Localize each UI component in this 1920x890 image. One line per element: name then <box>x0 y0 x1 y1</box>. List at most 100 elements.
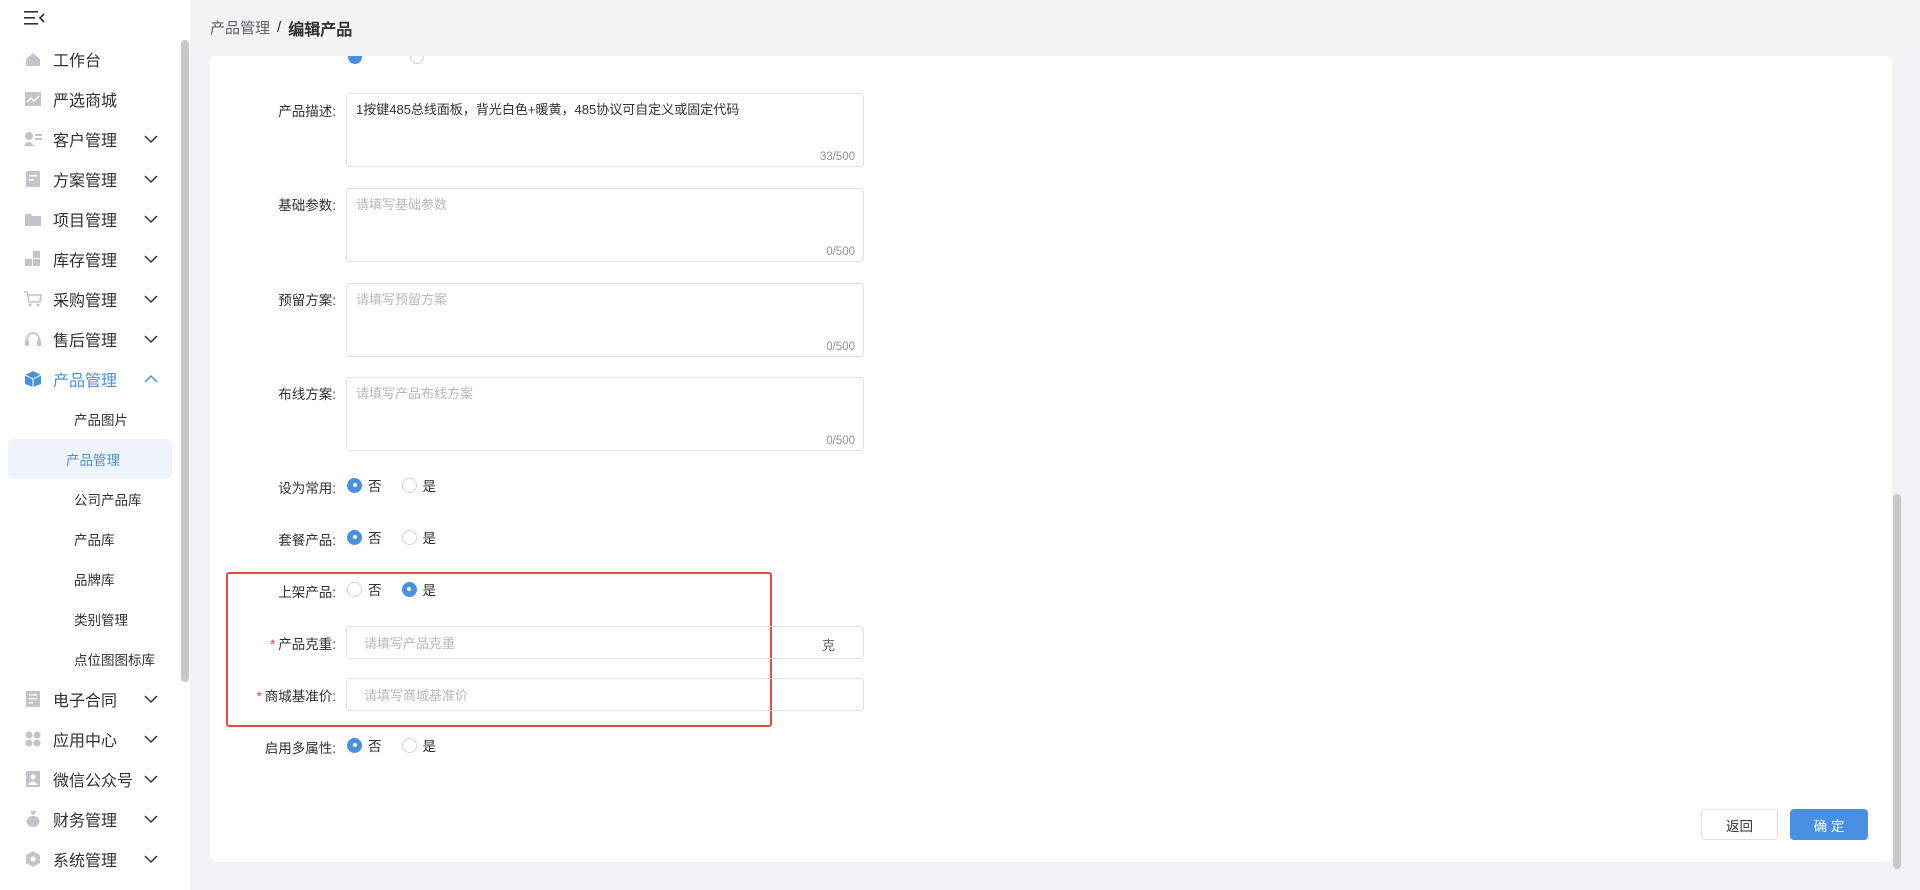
breadcrumb-current: 编辑产品 <box>288 21 353 39</box>
sidebar-item-finance[interactable]: 财务管理 <box>0 799 180 839</box>
sidebar-item-label: 方案管理 <box>53 173 118 190</box>
basic-params-textarea[interactable]: 请填写基础参数 0/500 <box>346 188 864 262</box>
chevron-down-icon <box>144 852 158 866</box>
listed-product-yes-radio[interactable]: 是 <box>401 579 436 599</box>
breadcrumb: 产品管理 / 编辑产品 <box>210 16 352 40</box>
inventory-icon <box>24 250 42 268</box>
weight-input[interactable]: 请填写产品克重 克 <box>346 626 864 659</box>
listed-product-radio-group: 否 是 <box>347 579 456 599</box>
sidebar-subitem-company-library[interactable]: 公司产品库 <box>8 479 172 519</box>
sidebar-item-label: 项目管理 <box>53 213 118 230</box>
reserved-plan-label: 预留方案: <box>278 293 336 308</box>
settings-icon <box>24 850 42 868</box>
set-common-radio-group: 否 是 <box>347 475 456 495</box>
required-mark: * <box>269 637 276 652</box>
sidebar-item-wechat[interactable]: 微信公众号 <box>0 759 180 799</box>
sidebar-subitem-point-icons[interactable]: 点位图图标库 <box>8 639 172 679</box>
breadcrumb-parent[interactable]: 产品管理 <box>210 17 270 38</box>
basic-params-label: 基础参数: <box>278 198 336 213</box>
sidebar-scrollbar[interactable] <box>181 40 189 682</box>
description-textarea[interactable]: 1按键485总线面板，背光白色+暖黄，485协议可自定义或固定代码 33/500 <box>346 93 864 167</box>
weight-placeholder: 请填写产品克重 <box>364 636 456 651</box>
wiring-plan-textarea[interactable]: 请填写产品布线方案 0/500 <box>346 377 864 451</box>
contract-icon <box>24 690 42 708</box>
set-common-label: 设为常用: <box>278 481 336 496</box>
reserved-plan-textarea[interactable]: 请填写预留方案 0/500 <box>346 283 864 357</box>
chevron-down-icon <box>144 732 158 746</box>
sidebar-item-solution[interactable]: 方案管理 <box>0 159 180 199</box>
sidebar-item-apps[interactable]: 应用中心 <box>0 719 180 759</box>
content-scrollbar[interactable] <box>1893 494 1901 869</box>
sidebar-subitem-product-management[interactable]: 产品管理 <box>8 439 172 479</box>
form-card: 产品描述: 1按键485总线面板，背光白色+暖黄，485协议可自定义或固定代码 … <box>210 56 1892 862</box>
sidebar-subitem-product-images[interactable]: 产品图片 <box>8 399 172 439</box>
sidebar-item-aftersales[interactable]: 售后管理 <box>0 319 180 359</box>
sidebar-item-label: 工作台 <box>53 53 102 70</box>
home-icon <box>24 50 42 68</box>
required-mark: * <box>256 689 262 704</box>
chevron-down-icon <box>144 772 158 786</box>
cart-icon <box>24 290 42 308</box>
base-price-label: * 商城基准价: <box>256 689 336 704</box>
wiring-plan-count: 0/500 <box>826 435 855 447</box>
chevron-down-icon <box>144 332 158 346</box>
header: 产品管理 / 编辑产品 <box>190 0 1920 55</box>
sidebar-item-inventory[interactable]: 库存管理 <box>0 239 180 279</box>
wiring-plan-placeholder: 请填写产品布线方案 <box>356 386 474 401</box>
sidebar-item-label: 电子合同 <box>53 693 118 710</box>
sidebar-item-customer[interactable]: 客户管理 <box>0 119 180 159</box>
reserved-plan-placeholder: 请填写预留方案 <box>356 292 448 307</box>
basic-params-placeholder: 请填写基础参数 <box>356 197 448 212</box>
confirm-button[interactable]: 确 定 <box>1790 809 1868 840</box>
sidebar-item-workbench[interactable]: 工作台 <box>0 39 180 79</box>
chevron-down-icon <box>144 172 158 186</box>
back-button[interactable]: 返回 <box>1701 809 1778 840</box>
description-label: 产品描述: <box>278 104 336 119</box>
reserved-plan-count: 0/500 <box>826 341 855 353</box>
sidebar-item-label: 售后管理 <box>53 333 118 350</box>
wiring-plan-label: 布线方案: <box>278 387 336 402</box>
chevron-down-icon <box>144 692 158 706</box>
sidebar-subitem-category[interactable]: 类别管理 <box>8 599 172 639</box>
clipped-form-row <box>210 56 810 64</box>
sidebar-item-label: 客户管理 <box>53 133 118 150</box>
sidebar-item-label: 系统管理 <box>53 853 118 870</box>
listed-product-label: 上架产品: <box>278 585 336 600</box>
customer-icon <box>24 130 42 148</box>
multi-attr-yes-radio[interactable]: 是 <box>401 735 436 755</box>
sidebar-subitem-brand-library[interactable]: 品牌库 <box>8 559 172 599</box>
collapse-menu-icon[interactable] <box>24 10 46 26</box>
weight-unit: 克 <box>821 638 835 653</box>
sidebar-item-label: 采购管理 <box>53 293 118 310</box>
set-common-no-radio[interactable]: 否 <box>347 475 382 495</box>
chevron-down-icon <box>144 292 158 306</box>
sidebar-item-label: 应用中心 <box>53 733 118 750</box>
multi-attr-label: 启用多属性: <box>264 741 336 756</box>
package-product-yes-radio[interactable]: 是 <box>401 527 436 547</box>
multi-attr-no-radio[interactable]: 否 <box>347 735 382 755</box>
multi-attr-radio-group: 否 是 <box>347 735 456 755</box>
sidebar-item-label: 严选商城 <box>53 93 118 110</box>
headset-icon <box>24 330 42 348</box>
sidebar-item-system[interactable]: 系统管理 <box>0 839 180 879</box>
sidebar-item-mall[interactable]: 严选商城 <box>0 79 180 119</box>
finance-icon <box>24 810 42 828</box>
sidebar-item-project[interactable]: 项目管理 <box>0 199 180 239</box>
sidebar-item-purchase[interactable]: 采购管理 <box>0 279 180 319</box>
weight-label: * 产品克重: <box>269 637 336 652</box>
sidebar-item-label: 财务管理 <box>53 813 118 830</box>
package-product-label: 套餐产品: <box>278 533 336 548</box>
base-price-placeholder: 请填写商城基准价 <box>364 688 469 703</box>
sidebar-item-contract[interactable]: 电子合同 <box>0 679 180 719</box>
listed-product-no-radio[interactable]: 否 <box>347 579 382 599</box>
document-icon <box>24 170 42 188</box>
package-product-no-radio[interactable]: 否 <box>347 527 382 547</box>
base-price-input[interactable]: 请填写商城基准价 <box>346 678 864 711</box>
chevron-down-icon <box>144 252 158 266</box>
package-product-radio-group: 否 是 <box>347 527 456 547</box>
sidebar: 工作台 严选商城 客户管理 方案管理 项目管理 库存管理 采购管理 售后管理 产… <box>0 0 190 890</box>
sidebar-item-product[interactable]: 产品管理 <box>0 359 180 399</box>
basic-params-count: 0/500 <box>826 246 855 258</box>
set-common-yes-radio[interactable]: 是 <box>401 475 436 495</box>
sidebar-subitem-product-library[interactable]: 产品库 <box>8 519 172 559</box>
